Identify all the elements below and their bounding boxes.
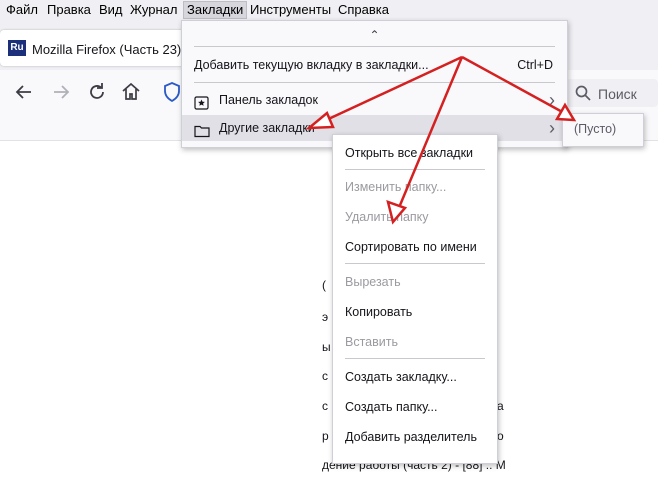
chevron-right-icon: › xyxy=(549,118,555,138)
chevron-right-icon: › xyxy=(549,90,555,110)
menu-tools[interactable]: Инструменты xyxy=(250,2,331,18)
bookmarks-menu: ⌃ Добавить текущую вкладку в закладки...… xyxy=(181,20,568,148)
page-text-fragment: ( xyxy=(322,278,326,292)
site-favicon-icon: Ru xyxy=(8,40,26,56)
page-text-fragment: с xyxy=(322,369,328,383)
sort-by-name-item[interactable]: Сортировать по имени xyxy=(345,240,477,254)
menu-bookmarks[interactable]: Закладки xyxy=(182,1,248,19)
back-icon[interactable] xyxy=(12,80,36,104)
scroll-up-arrow-icon[interactable]: ⌃ xyxy=(182,21,567,45)
page-text-fragment: а xyxy=(497,399,504,413)
page-text-fragment: р xyxy=(322,429,329,443)
menu-file[interactable]: Файл xyxy=(6,2,38,18)
menu-edit[interactable]: Правка xyxy=(47,2,91,18)
page-text-fragment: э xyxy=(322,310,329,324)
copy-item[interactable]: Копировать xyxy=(345,305,412,319)
page-text-fragment: о xyxy=(497,429,504,443)
reload-icon[interactable] xyxy=(85,80,109,104)
open-all-bookmarks-item[interactable]: Открыть все закладки xyxy=(345,146,473,160)
menu-separator xyxy=(194,82,555,83)
search-icon xyxy=(574,84,592,102)
menu-separator xyxy=(194,46,555,47)
menu-help[interactable]: Справка xyxy=(338,2,389,18)
cut-item[interactable]: Вырезать xyxy=(345,275,401,289)
shortcut-label: Ctrl+D xyxy=(517,58,553,72)
tab-title: Mozilla Firefox (Часть 23) - [ xyxy=(32,42,197,57)
menu-bar: Файл Правка Вид Журнал Закладки Инструме… xyxy=(0,0,658,20)
paste-item[interactable]: Вставить xyxy=(345,335,398,349)
add-separator-item[interactable]: Добавить разделитель xyxy=(345,430,477,444)
page-text-fragment: с xyxy=(322,399,328,413)
bookmarks-toolbar-item[interactable]: Панель закладок › xyxy=(182,87,567,113)
menu-separator xyxy=(345,263,485,264)
home-icon[interactable] xyxy=(119,80,143,104)
edit-folder-item[interactable]: Изменить папку... xyxy=(345,180,446,194)
forward-icon[interactable] xyxy=(49,80,73,104)
menu-separator xyxy=(345,358,485,359)
other-bookmarks-submenu: (Пусто) xyxy=(562,113,644,147)
folder-context-menu: Открыть все закладки Изменить папку... У… xyxy=(332,134,498,464)
new-folder-item[interactable]: Создать папку... xyxy=(345,400,438,414)
other-bookmarks-label: Другие закладки xyxy=(219,121,315,135)
add-current-tab-item[interactable]: Добавить текущую вкладку в закладки... C… xyxy=(182,52,567,78)
add-current-tab-label: Добавить текущую вкладку в закладки... xyxy=(194,58,429,72)
page-text-fragment: ы xyxy=(322,340,331,354)
bookmarks-toolbar-icon xyxy=(194,93,209,110)
folder-icon xyxy=(194,121,210,138)
menu-history[interactable]: Журнал xyxy=(130,2,177,18)
new-bookmark-item[interactable]: Создать закладку... xyxy=(345,370,457,384)
menu-separator xyxy=(345,169,485,170)
search-placeholder: Поиск xyxy=(598,86,637,102)
bookmarks-toolbar-label: Панель закладок xyxy=(219,93,318,107)
empty-label: (Пусто) xyxy=(574,122,617,136)
delete-folder-item[interactable]: Удалить папку xyxy=(345,210,429,224)
menu-view[interactable]: Вид xyxy=(99,2,123,18)
